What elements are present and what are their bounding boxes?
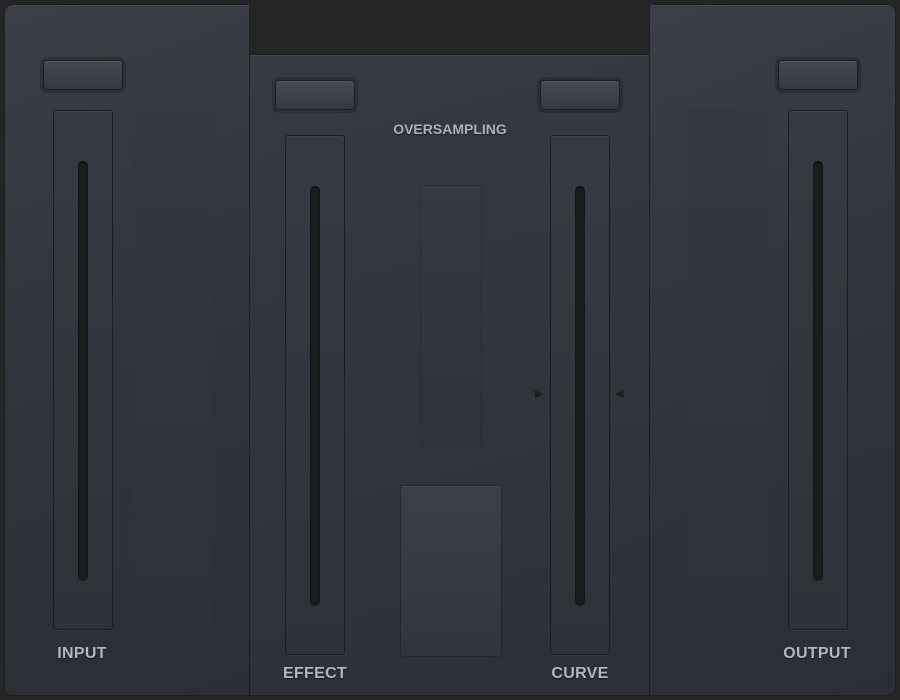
curve-value-display[interactable] <box>540 80 620 110</box>
effect-value-display[interactable] <box>275 80 355 110</box>
triangle-right-icon: ▶ <box>535 388 544 400</box>
oversampling-meter <box>420 185 482 447</box>
input-label: INPUT <box>57 645 107 662</box>
output-label: OUTPUT <box>783 645 851 662</box>
triangle-left-icon: ◀ <box>615 388 624 400</box>
input-slider[interactable] <box>53 110 113 630</box>
output-panel <box>650 5 895 695</box>
curve-slider[interactable] <box>550 135 610 655</box>
curve-label: CURVE <box>551 665 609 682</box>
output-value-display[interactable] <box>778 60 858 90</box>
effect-label: EFFECT <box>282 665 348 682</box>
output-slider[interactable] <box>788 110 848 630</box>
output-slider-track[interactable] <box>813 161 823 581</box>
output-level-meter <box>688 110 768 630</box>
effect-slider[interactable] <box>285 135 345 655</box>
effect-slider-track[interactable] <box>310 186 320 606</box>
input-level-meter <box>133 110 213 630</box>
input-value-display[interactable] <box>43 60 123 90</box>
oversampling-label: OVERSAMPLING <box>393 121 507 137</box>
curve-slider-track[interactable] <box>575 186 585 606</box>
input-slider-track[interactable] <box>78 161 88 581</box>
oversampling-selector[interactable] <box>400 485 502 657</box>
